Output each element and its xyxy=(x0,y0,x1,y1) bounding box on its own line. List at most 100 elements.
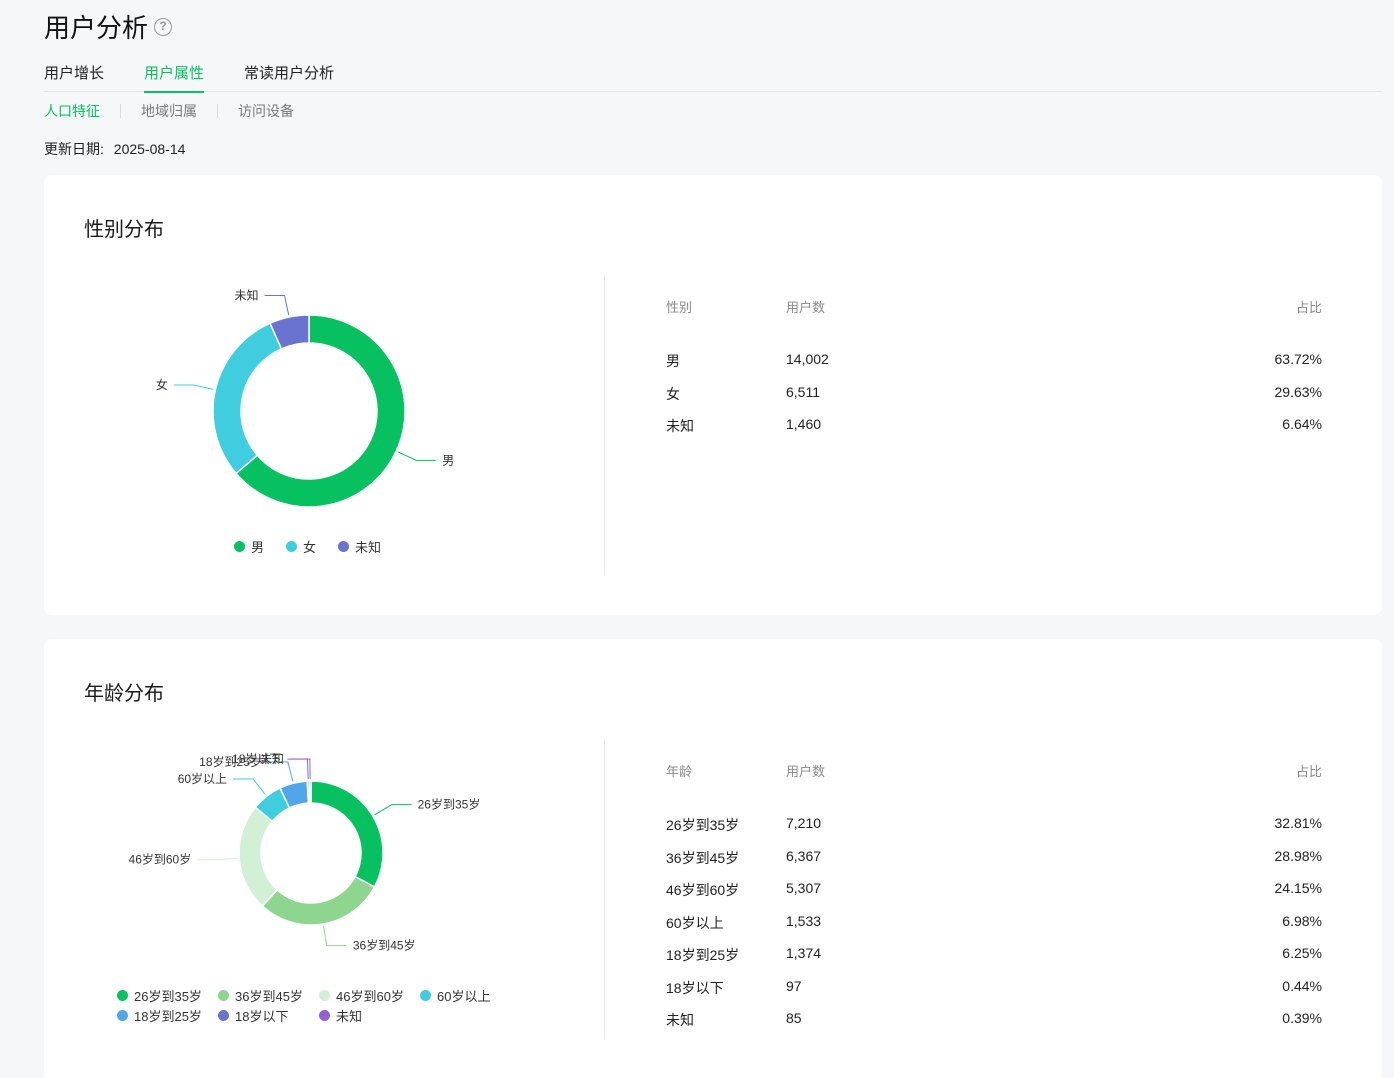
subtab-devices[interactable]: 访问设备 xyxy=(238,101,294,121)
legend-dot-icon xyxy=(286,541,298,552)
column-header-pct: 占比 xyxy=(1295,764,1322,779)
legend-label: 26岁到35岁 xyxy=(134,989,202,1004)
table-cell-pct: 24.15% xyxy=(1274,880,1322,896)
pie-slice-age-2[interactable] xyxy=(238,806,279,908)
pie-leader-line xyxy=(233,778,266,796)
legend-dot-icon xyxy=(338,541,350,552)
question-circle-icon[interactable]: ? xyxy=(154,17,173,36)
legend-label: 46岁到60岁 xyxy=(336,989,404,1004)
gender-legend: 男 女 未知 xyxy=(234,537,484,556)
age-legend: 26岁到35岁 36岁到45岁 46岁到60岁 60岁以上 18岁到25岁 18岁以下 未知 xyxy=(117,986,537,1025)
table-cell-name: 46岁到60岁 xyxy=(666,882,740,898)
table-cell-users: 97 xyxy=(786,977,802,994)
table-cell-users: 6,511 xyxy=(786,383,820,400)
gender-divider xyxy=(604,275,605,575)
table-cell-pct: 6.64% xyxy=(1282,416,1322,432)
legend-label: 18岁到25岁 xyxy=(134,1009,202,1024)
legend-label: 男 xyxy=(251,540,265,555)
pie-label: 46岁到60岁 xyxy=(129,852,192,867)
table-cell-name: 36岁到45岁 xyxy=(666,849,740,866)
subtab-separator xyxy=(217,104,218,118)
pie-leader-line xyxy=(374,804,412,816)
legend-dot-icon xyxy=(420,990,431,1001)
pie-slice-age-1[interactable] xyxy=(261,875,376,926)
update-date-value: 2025-08-14 xyxy=(113,141,186,157)
table-cell-pct: 63.72% xyxy=(1274,351,1322,367)
legend-label: 36岁到45岁 xyxy=(235,989,303,1004)
legend-item-age-4[interactable]: 18岁到25岁 xyxy=(117,1006,218,1025)
legend-item-age-5[interactable]: 18岁以下 xyxy=(218,1006,319,1025)
tab-frequent-readers[interactable]: 常读用户分析 xyxy=(244,62,334,92)
legend-dot-icon xyxy=(319,990,330,1001)
legend-item-age-0[interactable]: 26岁到35岁 xyxy=(117,986,218,1005)
subtab-demographics[interactable]: 人口特征 xyxy=(44,101,100,121)
table-cell-name: 18岁以下 xyxy=(666,979,724,996)
pie-slice-age-0[interactable] xyxy=(310,780,384,888)
legend-item-gender-0[interactable]: 男 xyxy=(234,537,264,556)
table-cell-name: 18岁到25岁 xyxy=(666,947,740,963)
gender-card: 性别分布 男女未知 男女未知 性别 用户数 占比 男 14,002 63.72% 女 6… xyxy=(44,175,1382,615)
legend-item-gender-2[interactable]: 未知 xyxy=(338,537,381,556)
pie-leader-line xyxy=(264,295,290,316)
column-header-users: 用户数 xyxy=(786,764,826,779)
table-cell-users: 7,210 xyxy=(786,815,822,831)
table-cell-name: 26岁到35岁 xyxy=(666,817,740,833)
pie-label: 女 xyxy=(156,377,168,392)
pie-leader-line xyxy=(322,925,347,947)
column-header-users: 用户数 xyxy=(786,300,826,315)
table-cell-pct: 28.98% xyxy=(1274,847,1322,864)
table-cell-pct: 6.98% xyxy=(1282,912,1322,929)
table-cell-pct: 32.81% xyxy=(1274,815,1322,831)
table-cell-users: 5,307 xyxy=(786,880,822,896)
table-cell-name: 60岁以上 xyxy=(666,914,724,931)
page-title-text: 用户分析 xyxy=(44,13,149,43)
table-cell-pct: 6.25% xyxy=(1282,945,1322,961)
update-date-label: 更新日期: xyxy=(44,141,104,157)
subtab-region[interactable]: 地域归属 xyxy=(141,101,197,121)
legend-dot-icon xyxy=(117,1010,128,1021)
update-date: 更新日期: 2025-08-14 xyxy=(44,139,185,159)
table-cell-pct: 29.63% xyxy=(1274,383,1322,400)
pie-label: 60岁以上 xyxy=(178,771,227,786)
legend-dot-icon xyxy=(218,1010,229,1021)
legend-item-age-6[interactable]: 未知 xyxy=(319,1006,420,1025)
pie-label: 36岁到45岁 xyxy=(353,938,416,953)
legend-item-age-3[interactable]: 60岁以上 xyxy=(420,986,521,1005)
table-cell-pct: 0.39% xyxy=(1282,1010,1322,1026)
pie-leader-line xyxy=(397,451,437,461)
legend-item-age-2[interactable]: 46岁到60岁 xyxy=(319,986,420,1005)
tab-user-growth[interactable]: 用户增长 xyxy=(44,62,104,92)
column-header-gender: 性别 xyxy=(666,300,693,315)
table-cell-users: 1,374 xyxy=(786,945,822,961)
main-tabs: 用户增长 用户属性 常读用户分析 xyxy=(44,62,1382,93)
age-divider xyxy=(604,739,605,1039)
table-cell-users: 1,460 xyxy=(786,416,822,432)
legend-item-age-1[interactable]: 36岁到45岁 xyxy=(218,986,319,1005)
table-cell-pct: 0.44% xyxy=(1282,977,1322,994)
table-cell-name: 未知 xyxy=(666,1012,694,1028)
pie-leader-line xyxy=(197,857,238,861)
pie-slice-age-6[interactable] xyxy=(308,780,312,804)
legend-item-gender-1[interactable]: 女 xyxy=(286,537,316,556)
pie-label: 男 xyxy=(442,453,454,467)
table-cell-name: 女 xyxy=(666,385,680,402)
table-cell-users: 85 xyxy=(786,1010,802,1026)
pie-leader-line xyxy=(173,384,214,390)
pie-slice-gender-1[interactable] xyxy=(212,322,283,475)
pie-label: 未知 xyxy=(260,752,284,766)
table-cell-name: 男 xyxy=(666,353,680,369)
table-cell-users: 6,367 xyxy=(786,847,822,864)
column-header-age: 年龄 xyxy=(666,764,693,779)
legend-label: 18岁以下 xyxy=(235,1009,289,1024)
legend-label: 女 xyxy=(303,540,317,555)
legend-dot-icon xyxy=(234,541,245,552)
tab-user-attributes[interactable]: 用户属性 xyxy=(144,62,205,93)
page-title: 用户分析 ? xyxy=(44,8,173,45)
table-cell-users: 1,533 xyxy=(786,912,822,929)
legend-dot-icon xyxy=(319,1010,330,1021)
legend-dot-icon xyxy=(117,990,128,1001)
pie-label: 26岁到35岁 xyxy=(418,797,481,812)
table-cell-users: 14,002 xyxy=(786,351,829,367)
legend-label: 未知 xyxy=(336,1009,363,1024)
age-table: 年龄 用户数 占比 26岁到35岁 7,210 32.81% 36岁到45岁 6,367… xyxy=(666,759,1322,1029)
